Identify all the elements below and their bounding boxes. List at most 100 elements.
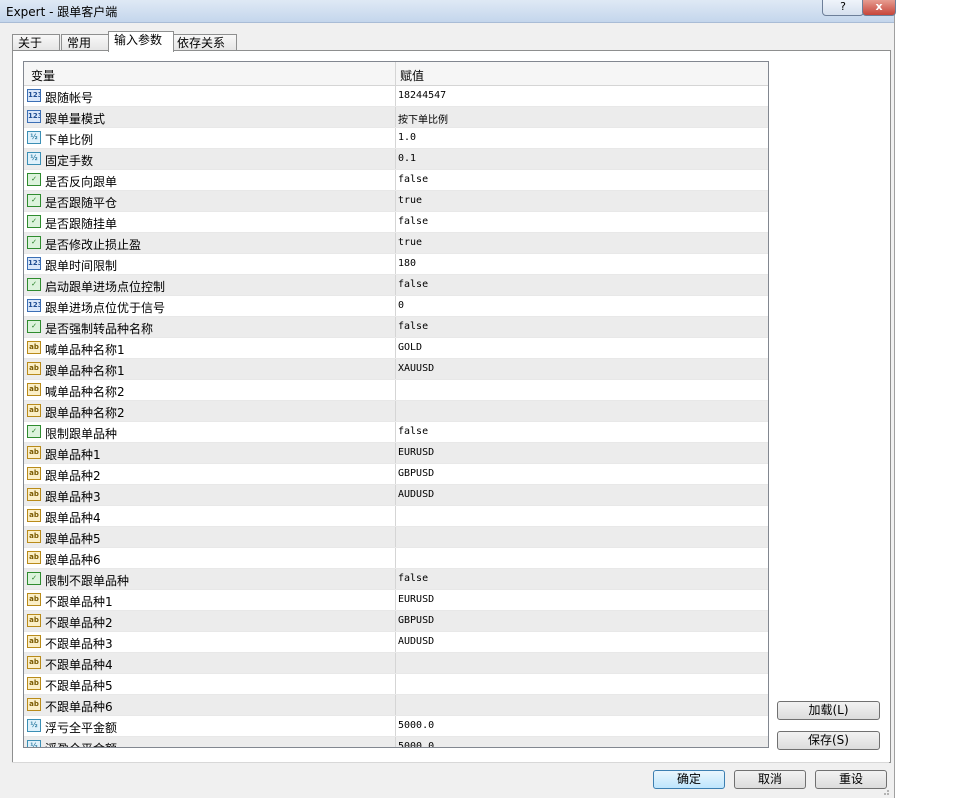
variable-value[interactable]: 18244547 — [398, 90, 446, 101]
table-row[interactable]: ab 跟单品种名称1 XAUUSD — [24, 359, 768, 380]
column-divider[interactable] — [395, 62, 396, 85]
boolean-type-icon: ✓ — [27, 215, 41, 228]
variable-value[interactable]: AUDUSD — [398, 489, 434, 500]
cell-divider — [395, 275, 396, 295]
table-row[interactable]: ✓ 是否跟随挂单 false — [24, 212, 768, 233]
save-button[interactable]: 保存(S) — [777, 731, 880, 750]
table-row[interactable]: ✓ 是否跟随平仓 true — [24, 191, 768, 212]
table-row[interactable]: ab 跟单品种名称2 — [24, 401, 768, 422]
variable-value[interactable]: 5000.0 — [398, 720, 434, 731]
variable-value[interactable]: GBPUSD — [398, 468, 434, 479]
integer-type-icon: 123 — [27, 89, 41, 102]
variable-value[interactable]: 1.0 — [398, 132, 416, 143]
table-row[interactable]: ✓ 是否强制转品种名称 false — [24, 317, 768, 338]
table-row[interactable]: ½ 下单比例 1.0 — [24, 128, 768, 149]
variable-name: 喊单品种名称2 — [45, 385, 125, 399]
table-row[interactable]: ab 喊单品种名称2 — [24, 380, 768, 401]
table-row[interactable]: ab 跟单品种2 GBPUSD — [24, 464, 768, 485]
table-row[interactable]: ½ 浮亏全平金额 5000.0 — [24, 716, 768, 737]
parameters-grid[interactable]: 变量 赋值 123 跟随帐号 18244547 123跟单量模式按下单比例 ½ 下单比例 1… — [23, 61, 769, 748]
table-row[interactable]: ab 跟单品种5 — [24, 527, 768, 548]
variable-value[interactable]: false — [398, 426, 428, 437]
table-row[interactable]: 123 跟随帐号 18244547 — [24, 86, 768, 107]
variable-value[interactable]: EURUSD — [398, 594, 434, 605]
table-row[interactable]: ab 不跟单品种4 — [24, 653, 768, 674]
table-row[interactable]: ½ 固定手数 0.1 — [24, 149, 768, 170]
cell-divider — [395, 422, 396, 442]
table-row[interactable]: 123 跟单时间限制 180 — [24, 254, 768, 275]
help-button[interactable]: ? — [822, 0, 864, 16]
variable-value[interactable]: GOLD — [398, 342, 422, 353]
cell-divider — [395, 632, 396, 652]
variable-value[interactable]: 0.1 — [398, 153, 416, 164]
table-row[interactable]: ab 跟单品种4 — [24, 506, 768, 527]
reset-button[interactable]: 重设 — [815, 770, 887, 789]
table-row[interactable]: ½ 浮盈全平金额 5000.0 — [24, 737, 768, 747]
variable-value[interactable]: XAUUSD — [398, 363, 434, 374]
table-row[interactable]: ab 跟单品种6 — [24, 548, 768, 569]
table-row[interactable]: ab 不跟单品种2 GBPUSD — [24, 611, 768, 632]
cell-divider — [395, 485, 396, 505]
variable-value[interactable]: false — [398, 279, 428, 290]
table-row[interactable]: ab 跟单品种1 EURUSD — [24, 443, 768, 464]
table-row[interactable]: ab 不跟单品种1 EURUSD — [24, 590, 768, 611]
variable-value[interactable]: false — [398, 174, 428, 185]
table-row[interactable]: ab 不跟单品种5 — [24, 674, 768, 695]
load-button[interactable]: 加载(L) — [777, 701, 880, 720]
table-row[interactable]: 123 跟单量模式 按下单比例 — [24, 107, 768, 128]
variable-value[interactable]: 0 — [398, 300, 404, 311]
variable-value[interactable]: true — [398, 195, 422, 206]
cell-divider — [395, 254, 396, 274]
table-row[interactable]: ab 喊单品种名称1 GOLD — [24, 338, 768, 359]
variable-name: 跟单时间限制 — [45, 259, 118, 273]
variable-name: 是否修改止损止盈 — [45, 238, 142, 252]
variable-name: 不跟单品种1 — [45, 595, 113, 609]
table-row[interactable]: ✓ 启动跟单进场点位控制 false — [24, 275, 768, 296]
table-row[interactable]: ✓ 限制跟单品种 false — [24, 422, 768, 443]
column-variable-header[interactable]: 变量 — [31, 67, 55, 84]
resize-grip-icon[interactable] — [880, 786, 890, 796]
boolean-type-icon: ✓ — [27, 173, 41, 186]
cell-divider — [395, 128, 396, 148]
variable-value[interactable]: AUDUSD — [398, 636, 434, 647]
cell-divider — [395, 737, 396, 747]
cancel-button[interactable]: 取消 — [734, 770, 806, 789]
variable-name: 喊单品种名称1 — [45, 343, 125, 357]
variable-value[interactable]: EURUSD — [398, 447, 434, 458]
variable-name: 浮盈全平金额 — [45, 740, 117, 747]
boolean-type-icon: ✓ — [27, 572, 41, 585]
variable-value[interactable]: true — [398, 237, 422, 248]
cell-divider — [395, 149, 396, 169]
variable-value[interactable]: false — [398, 321, 428, 332]
variable-value[interactable]: false — [398, 573, 428, 584]
table-row[interactable]: ✓ 是否反向跟单 false — [24, 170, 768, 191]
title-bar[interactable]: Expert - 跟单客户端 ? x — [0, 0, 896, 23]
variable-name: 跟随帐号 — [45, 91, 94, 105]
variable-value[interactable]: 按下单比例 — [398, 111, 448, 126]
variable-name: 不跟单品种6 — [45, 700, 113, 714]
double-type-icon: ½ — [27, 740, 41, 747]
variable-value[interactable]: 5000.0 — [398, 741, 434, 747]
table-row[interactable]: 123 跟单进场点位优于信号 0 — [24, 296, 768, 317]
table-row[interactable]: ab 不跟单品种3 AUDUSD — [24, 632, 768, 653]
double-type-icon: ½ — [27, 152, 41, 165]
variable-name: 不跟单品种4 — [45, 658, 113, 672]
table-row[interactable]: ab 不跟单品种6 — [24, 695, 768, 716]
cell-divider — [395, 716, 396, 736]
variable-name: 是否反向跟单 — [45, 175, 118, 189]
ok-button[interactable]: 确定 — [653, 770, 725, 789]
string-type-icon: ab — [27, 509, 41, 522]
tab-inputs[interactable]: 输入参数 — [108, 31, 174, 52]
column-value-header[interactable]: 赋值 — [400, 67, 424, 84]
boolean-type-icon: ✓ — [27, 320, 41, 333]
string-type-icon: ab — [27, 383, 41, 396]
variable-name: 下单比例 — [45, 133, 94, 147]
table-row[interactable]: ✓ 限制不跟单品种 false — [24, 569, 768, 590]
table-row[interactable]: ab 跟单品种3 AUDUSD — [24, 485, 768, 506]
cell-divider — [395, 611, 396, 631]
variable-value[interactable]: false — [398, 216, 428, 227]
variable-value[interactable]: 180 — [398, 258, 416, 269]
variable-value[interactable]: GBPUSD — [398, 615, 434, 626]
close-button[interactable]: x — [862, 0, 896, 16]
table-row[interactable]: ✓ 是否修改止损止盈 true — [24, 233, 768, 254]
